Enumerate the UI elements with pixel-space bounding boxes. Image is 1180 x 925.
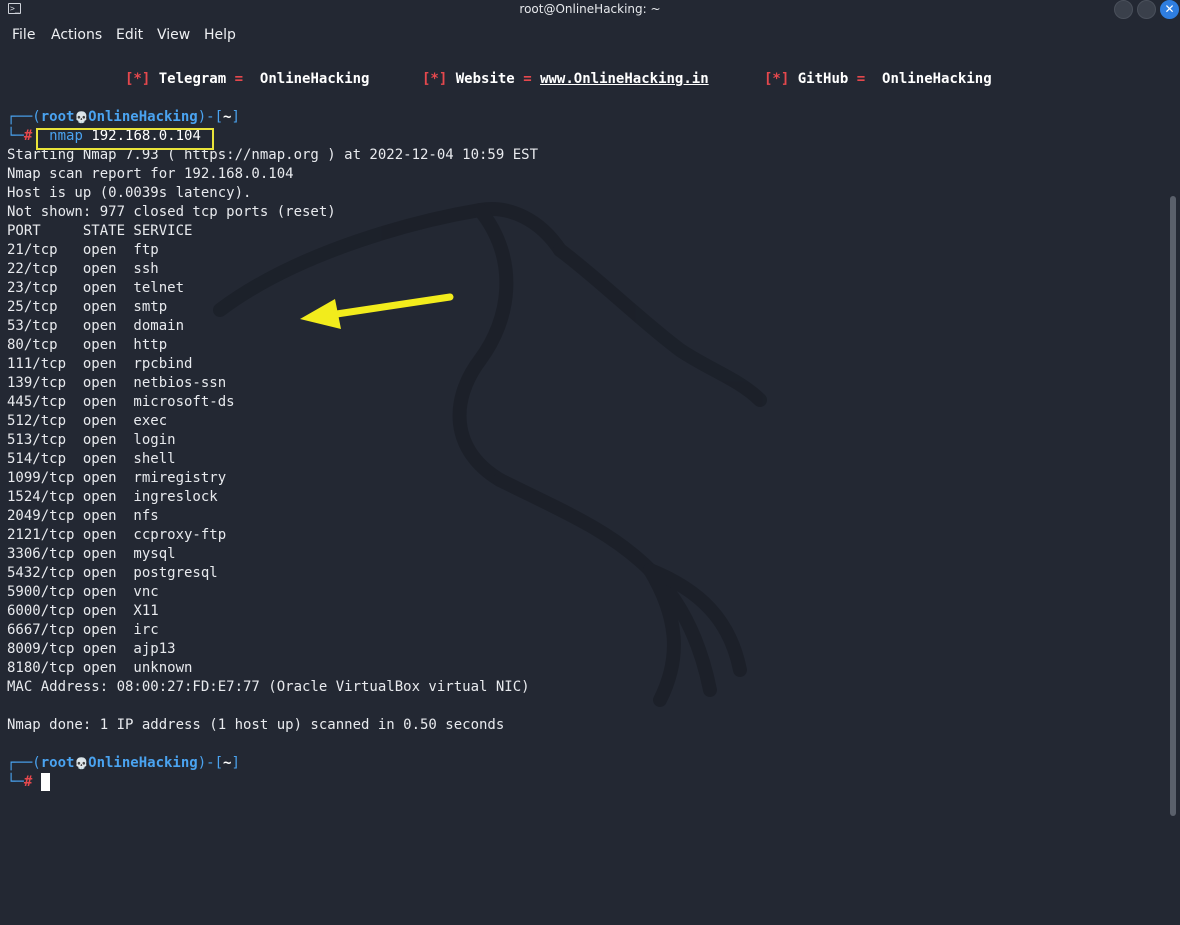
port-row: 8009/tcp open ajp13 bbox=[7, 641, 176, 657]
port-row: 21/tcp open ftp bbox=[7, 242, 159, 258]
port-row: 1524/tcp open ingreslock bbox=[7, 489, 218, 505]
port-row: 6667/tcp open irc bbox=[7, 622, 159, 638]
port-row: 111/tcp open rpcbind bbox=[7, 356, 193, 372]
output-report: Nmap scan report for 192.168.0.104 bbox=[7, 166, 294, 182]
port-row: 3306/tcp open mysql bbox=[7, 546, 176, 562]
port-row: 139/tcp open netbios-ssn bbox=[7, 375, 227, 391]
skull-icon: 💀 bbox=[74, 111, 89, 124]
skull-icon: 💀 bbox=[74, 757, 89, 770]
port-row: 80/tcp open http bbox=[7, 337, 168, 353]
port-row: 8180/tcp open unknown bbox=[7, 660, 193, 676]
prompt-user: root bbox=[40, 109, 75, 125]
port-row: 1099/tcp open rmiregistry bbox=[7, 470, 227, 486]
port-row: 5432/tcp open postgresql bbox=[7, 565, 218, 581]
port-row: 6000/tcp open X11 bbox=[7, 603, 159, 619]
minimize-button[interactable] bbox=[1114, 0, 1133, 19]
arrow-icon bbox=[300, 293, 454, 329]
terminal-output[interactable]: [*] Telegram = OnlineHacking [*] Website… bbox=[7, 70, 1162, 817]
banner-telegram: [*] Telegram = OnlineHacking bbox=[125, 71, 370, 87]
window-title: root@OnlineHacking: ~ bbox=[519, 2, 661, 16]
prompt-host: OnlineHacking bbox=[88, 109, 198, 125]
port-row: 22/tcp open ssh bbox=[7, 261, 159, 277]
output-not-shown: Not shown: 977 closed tcp ports (reset) bbox=[7, 204, 336, 220]
input-line[interactable]: └─# bbox=[7, 773, 50, 792]
banner: [*] Telegram = OnlineHacking [*] Website… bbox=[7, 70, 1157, 89]
maximize-button[interactable] bbox=[1137, 0, 1156, 19]
command-line: └─# nmap 192.168.0.104 bbox=[7, 128, 201, 144]
port-row: 512/tcp open exec bbox=[7, 413, 168, 429]
menu-edit[interactable]: Edit bbox=[116, 27, 143, 43]
port-row: 53/tcp open domain bbox=[7, 318, 185, 334]
output-mac: MAC Address: 08:00:27:FD:E7:77 (Oracle V… bbox=[7, 679, 530, 695]
port-row: 445/tcp open microsoft-ds bbox=[7, 394, 235, 410]
menu-view[interactable]: View bbox=[157, 27, 190, 43]
output-starting: Starting Nmap 7.93 ( https://nmap.org ) … bbox=[7, 147, 539, 163]
menu-file[interactable]: File bbox=[12, 27, 35, 43]
menu-actions[interactable]: Actions bbox=[51, 27, 102, 43]
port-table-header: PORT STATE SERVICE bbox=[7, 223, 193, 239]
banner-github: [*] GitHub = OnlineHacking bbox=[764, 71, 992, 87]
prompt-line-top: ┌──(root💀OnlineHacking)-[~] bbox=[7, 755, 240, 771]
banner-website: [*] Website = www.OnlineHacking.in bbox=[422, 71, 709, 87]
output-done: Nmap done: 1 IP address (1 host up) scan… bbox=[7, 717, 505, 733]
text-cursor bbox=[40, 773, 50, 791]
port-row: 25/tcp open smtp bbox=[7, 299, 168, 315]
port-row: 23/tcp open telnet bbox=[7, 280, 185, 296]
port-row: 5900/tcp open vnc bbox=[7, 584, 159, 600]
port-row: 2049/tcp open nfs bbox=[7, 508, 159, 524]
output-host-up: Host is up (0.0039s latency). bbox=[7, 185, 252, 201]
port-row: 513/tcp open login bbox=[7, 432, 176, 448]
scrollbar[interactable] bbox=[1170, 196, 1176, 816]
title-bar: >_ root@OnlineHacking: ~ ✕ bbox=[0, 0, 1180, 20]
menu-bar: File Actions Edit View Help bbox=[0, 22, 1180, 48]
port-row: 2121/tcp open ccproxy-ftp bbox=[7, 527, 227, 543]
website-link[interactable]: www.OnlineHacking.in bbox=[540, 71, 709, 87]
close-button[interactable]: ✕ bbox=[1160, 0, 1179, 19]
command-name: nmap bbox=[49, 128, 83, 144]
menu-help[interactable]: Help bbox=[204, 27, 236, 43]
port-row: 514/tcp open shell bbox=[7, 451, 176, 467]
prompt-line-top: ┌──(root💀OnlineHacking)-[~] bbox=[7, 109, 240, 125]
command-arg: 192.168.0.104 bbox=[91, 128, 201, 144]
